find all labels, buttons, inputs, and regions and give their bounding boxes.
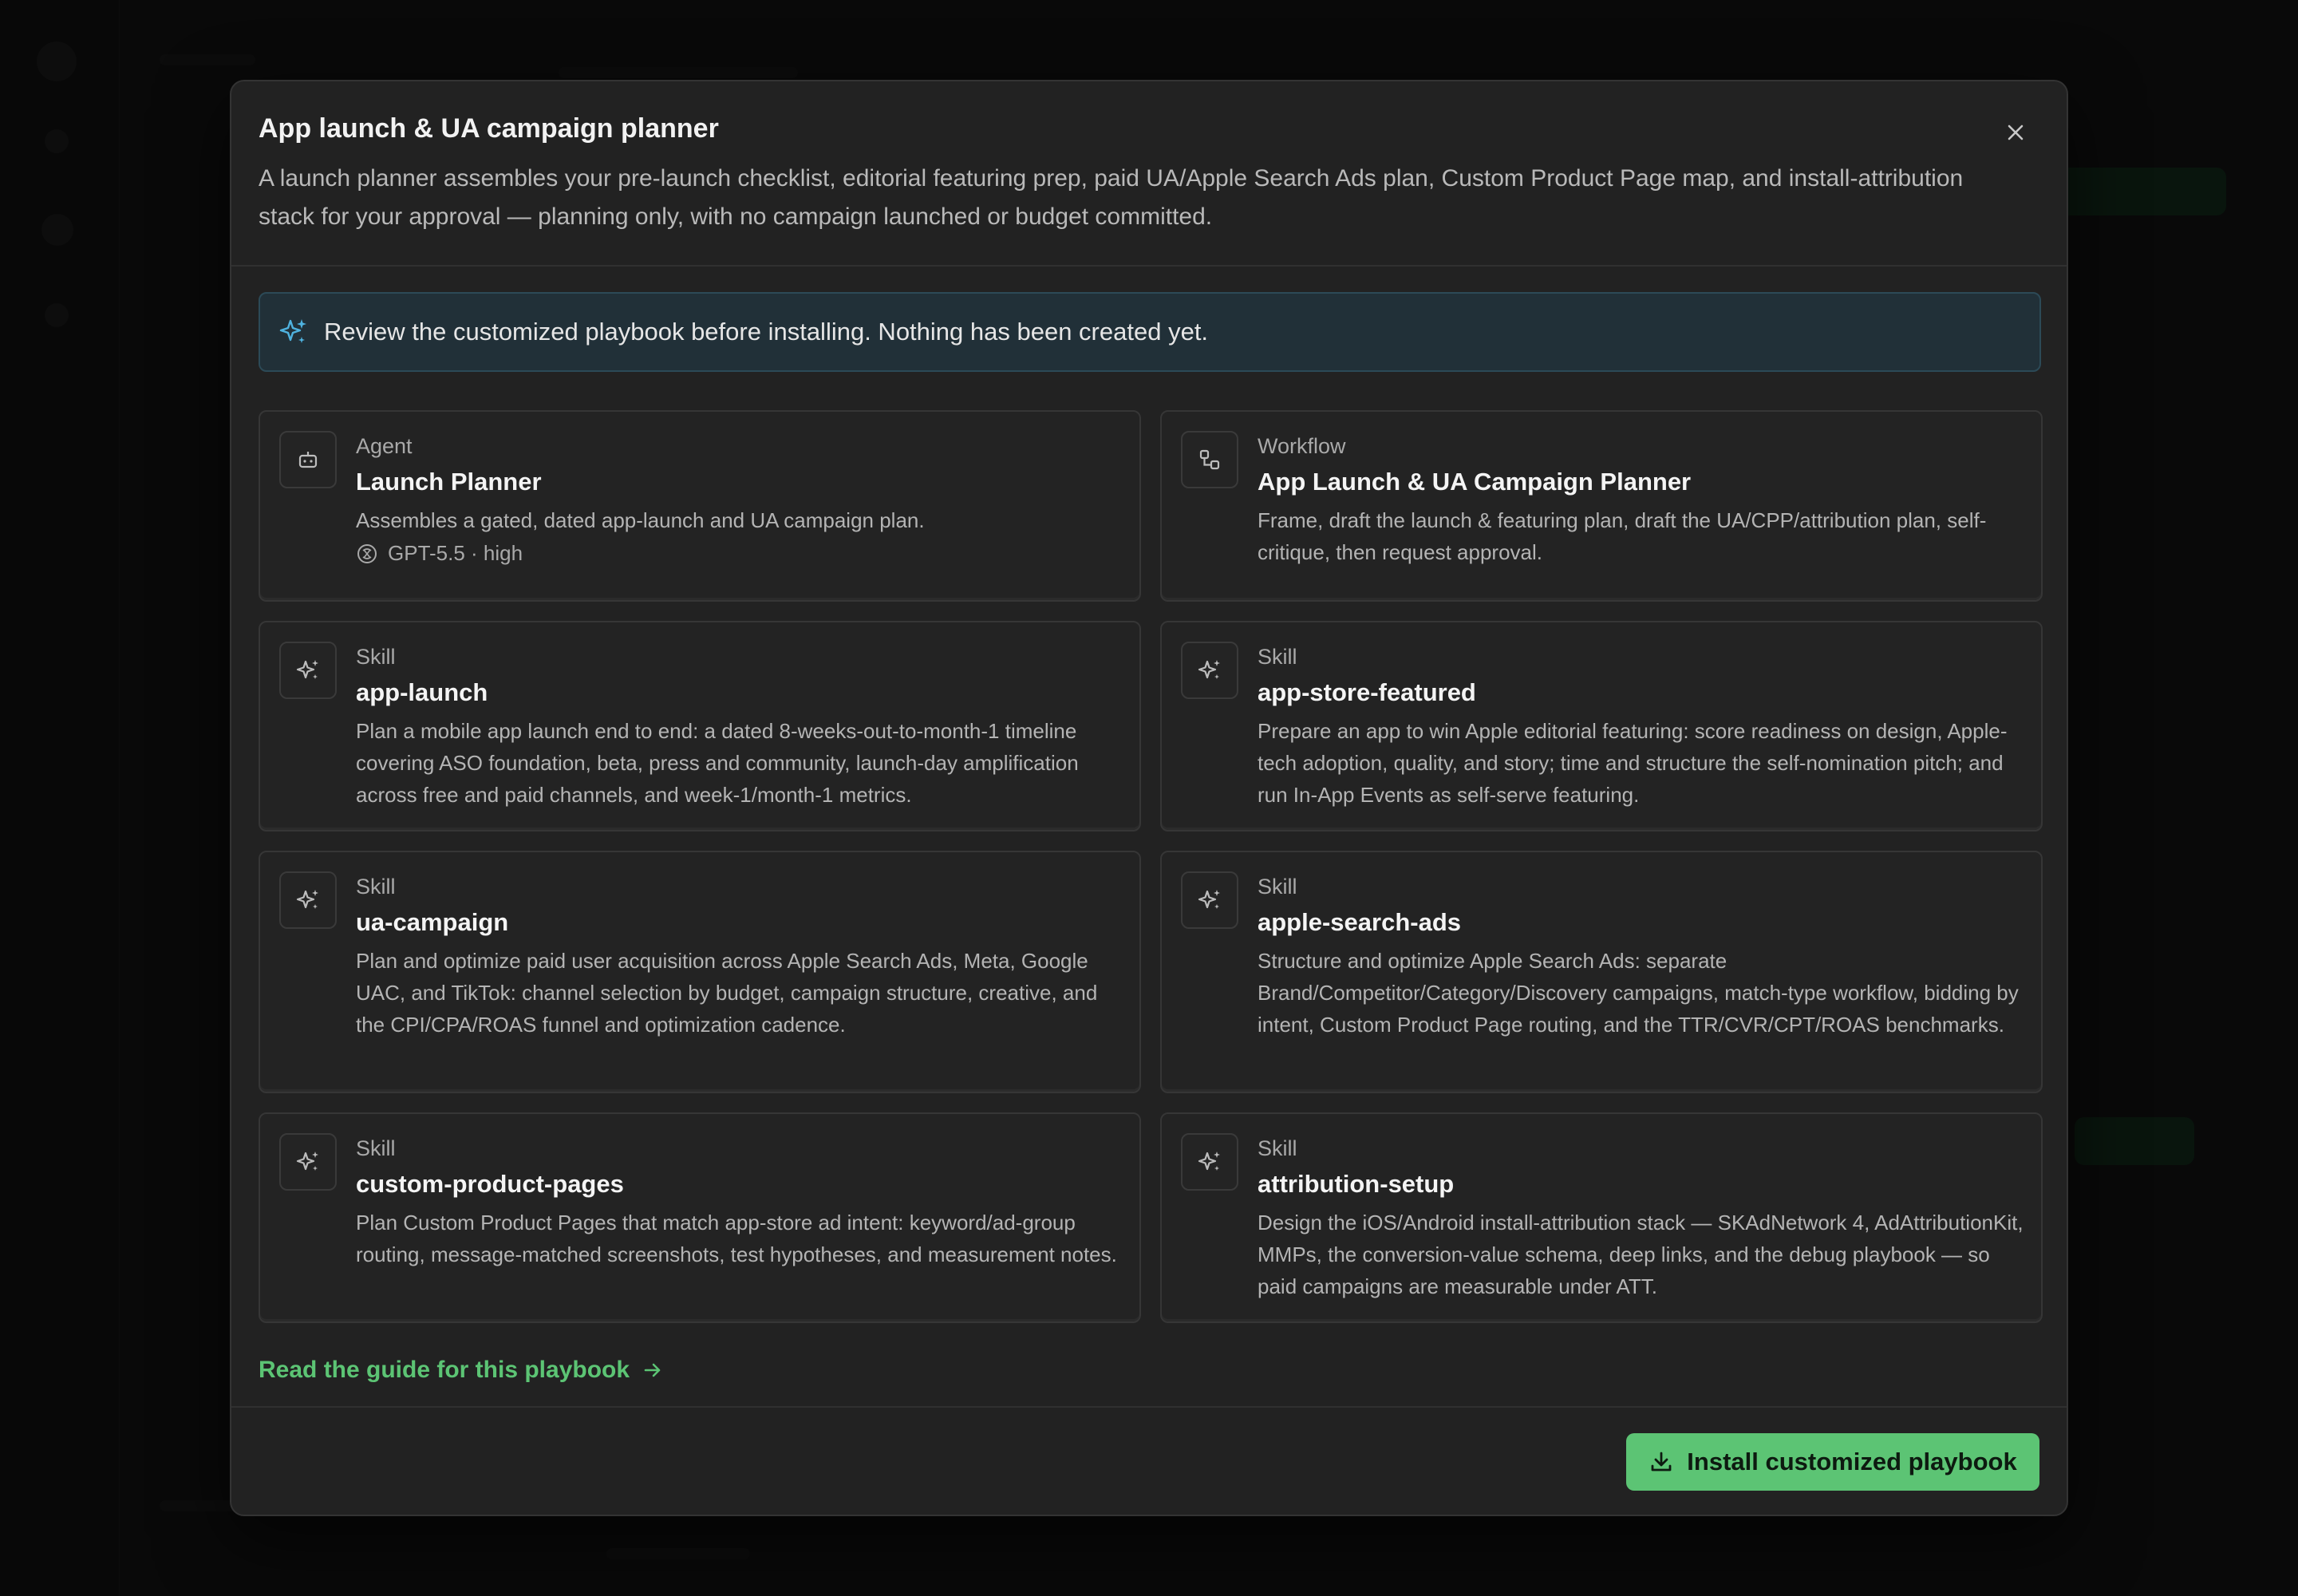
card-name: Launch Planner <box>356 468 542 496</box>
model-icon <box>357 543 377 563</box>
sparkle-icon <box>1198 890 1220 909</box>
card-type: Skill <box>356 645 396 669</box>
playbook-card-skill: Skill app-launch Plan a mobile app launc… <box>259 621 1141 832</box>
card-description: Plan and optimize paid user acquisition … <box>356 949 1098 1037</box>
modal-description: A launch planner assembles your pre-laun… <box>259 165 1964 230</box>
modal-footer: Install customized playbook <box>231 1406 2067 1516</box>
card-description: Plan Custom Product Pages that match app… <box>356 1211 1117 1266</box>
robot-icon <box>298 452 318 468</box>
card-type: Agent <box>356 434 413 458</box>
card-name: custom-product-pages <box>356 1170 624 1198</box>
modal-title: App launch & UA campaign planner <box>259 113 719 144</box>
model-badge: GPT-5.5 · high <box>356 541 523 566</box>
modal-header: App launch & UA campaign planner A launc… <box>231 81 2067 267</box>
close-icon <box>2008 124 2024 140</box>
playbook-card-agent: Agent Launch Planner Assembles a gated, … <box>259 410 1141 602</box>
sparkle-icon <box>1198 1152 1220 1171</box>
card-description: Frame, draft the launch & featuring plan… <box>1258 508 1987 564</box>
card-type: Skill <box>1258 1136 1297 1160</box>
workflow-icon <box>1199 449 1220 470</box>
card-description: Assembles a gated, dated app-launch and … <box>356 508 925 532</box>
playbook-card-skill: Skill app-store-featured Prepare an app … <box>1160 621 2043 832</box>
card-type: Skill <box>1258 875 1297 899</box>
arrow-right-icon <box>644 1363 661 1377</box>
card-description: Plan a mobile app launch end to end: a d… <box>356 719 1079 807</box>
card-type: Skill <box>356 875 396 899</box>
read-guide-link[interactable]: Read the guide for this playbook <box>259 1357 663 1384</box>
card-name: App Launch & UA Campaign Planner <box>1258 468 1692 496</box>
card-name: attribution-setup <box>1258 1170 1455 1198</box>
sparkle-icon <box>279 319 306 343</box>
install-button-label: Install customized playbook <box>1687 1448 2017 1476</box>
review-notice: Review the customized playbook before in… <box>259 292 2041 372</box>
sparkle-icon <box>296 890 318 909</box>
playbook-install-modal: App launch & UA campaign planner A launc… <box>230 80 2068 1516</box>
model-label: GPT-5.5 · high <box>388 541 523 565</box>
card-description: Structure and optimize Apple Search Ads:… <box>1258 949 2019 1037</box>
card-name: app-store-featured <box>1258 678 1476 706</box>
card-type: Workflow <box>1258 434 1346 458</box>
card-type: Skill <box>356 1136 396 1160</box>
card-description: Prepare an app to win Apple editorial fe… <box>1258 719 2008 807</box>
playbook-card-skill: Skill apple-search-ads Structure and opt… <box>1160 851 2043 1093</box>
download-icon <box>1651 1452 1672 1472</box>
install-playbook-button[interactable]: Install customized playbook <box>1626 1433 2039 1491</box>
notice-text: Review the customized playbook before in… <box>324 318 1209 346</box>
sparkle-icon <box>296 1152 318 1171</box>
playbook-card-skill: Skill custom-product-pages Plan Custom P… <box>259 1112 1141 1323</box>
guide-link-label: Read the guide for this playbook <box>259 1357 630 1383</box>
close-button[interactable] <box>2000 117 2031 148</box>
card-description: Design the iOS/Android install-attributi… <box>1258 1211 2024 1298</box>
card-name: apple-search-ads <box>1258 908 1461 936</box>
playbook-card-skill: Skill ua-campaign Plan and optimize paid… <box>259 851 1141 1093</box>
playbook-card-skill: Skill attribution-setup Design the iOS/A… <box>1160 1112 2043 1323</box>
card-name: app-launch <box>356 678 488 706</box>
card-name: ua-campaign <box>356 908 509 936</box>
sparkle-icon <box>1198 660 1220 679</box>
card-type: Skill <box>1258 645 1297 669</box>
playbook-card-workflow: Workflow App Launch & UA Campaign Planne… <box>1160 410 2043 602</box>
sparkle-icon <box>296 660 318 679</box>
